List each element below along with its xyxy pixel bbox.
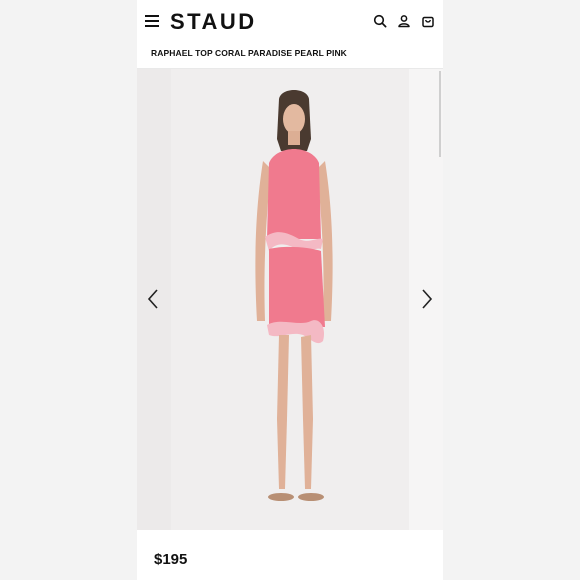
scrollbar[interactable] [439,71,441,157]
chevron-right-icon[interactable] [420,288,434,310]
price-bar: $195 [137,530,443,580]
cart-icon[interactable] [421,14,435,28]
product-price: $195 [154,551,188,568]
product-photo [255,90,333,501]
brand-logo[interactable]: STAUD [170,9,257,35]
search-icon[interactable] [373,14,387,28]
site-header: STAUD [137,0,443,44]
product-title: RAPHAEL TOP CORAL PARADISE PEARL PINK [151,48,347,58]
product-page: STAUD RAPHAEL TOP CORAL PARADISE PEARL P… [137,0,443,580]
product-image-gallery[interactable] [137,69,443,530]
chevron-left-icon[interactable] [146,288,160,310]
header-actions [373,14,435,28]
menu-icon[interactable] [145,15,159,27]
account-icon[interactable] [397,14,411,28]
